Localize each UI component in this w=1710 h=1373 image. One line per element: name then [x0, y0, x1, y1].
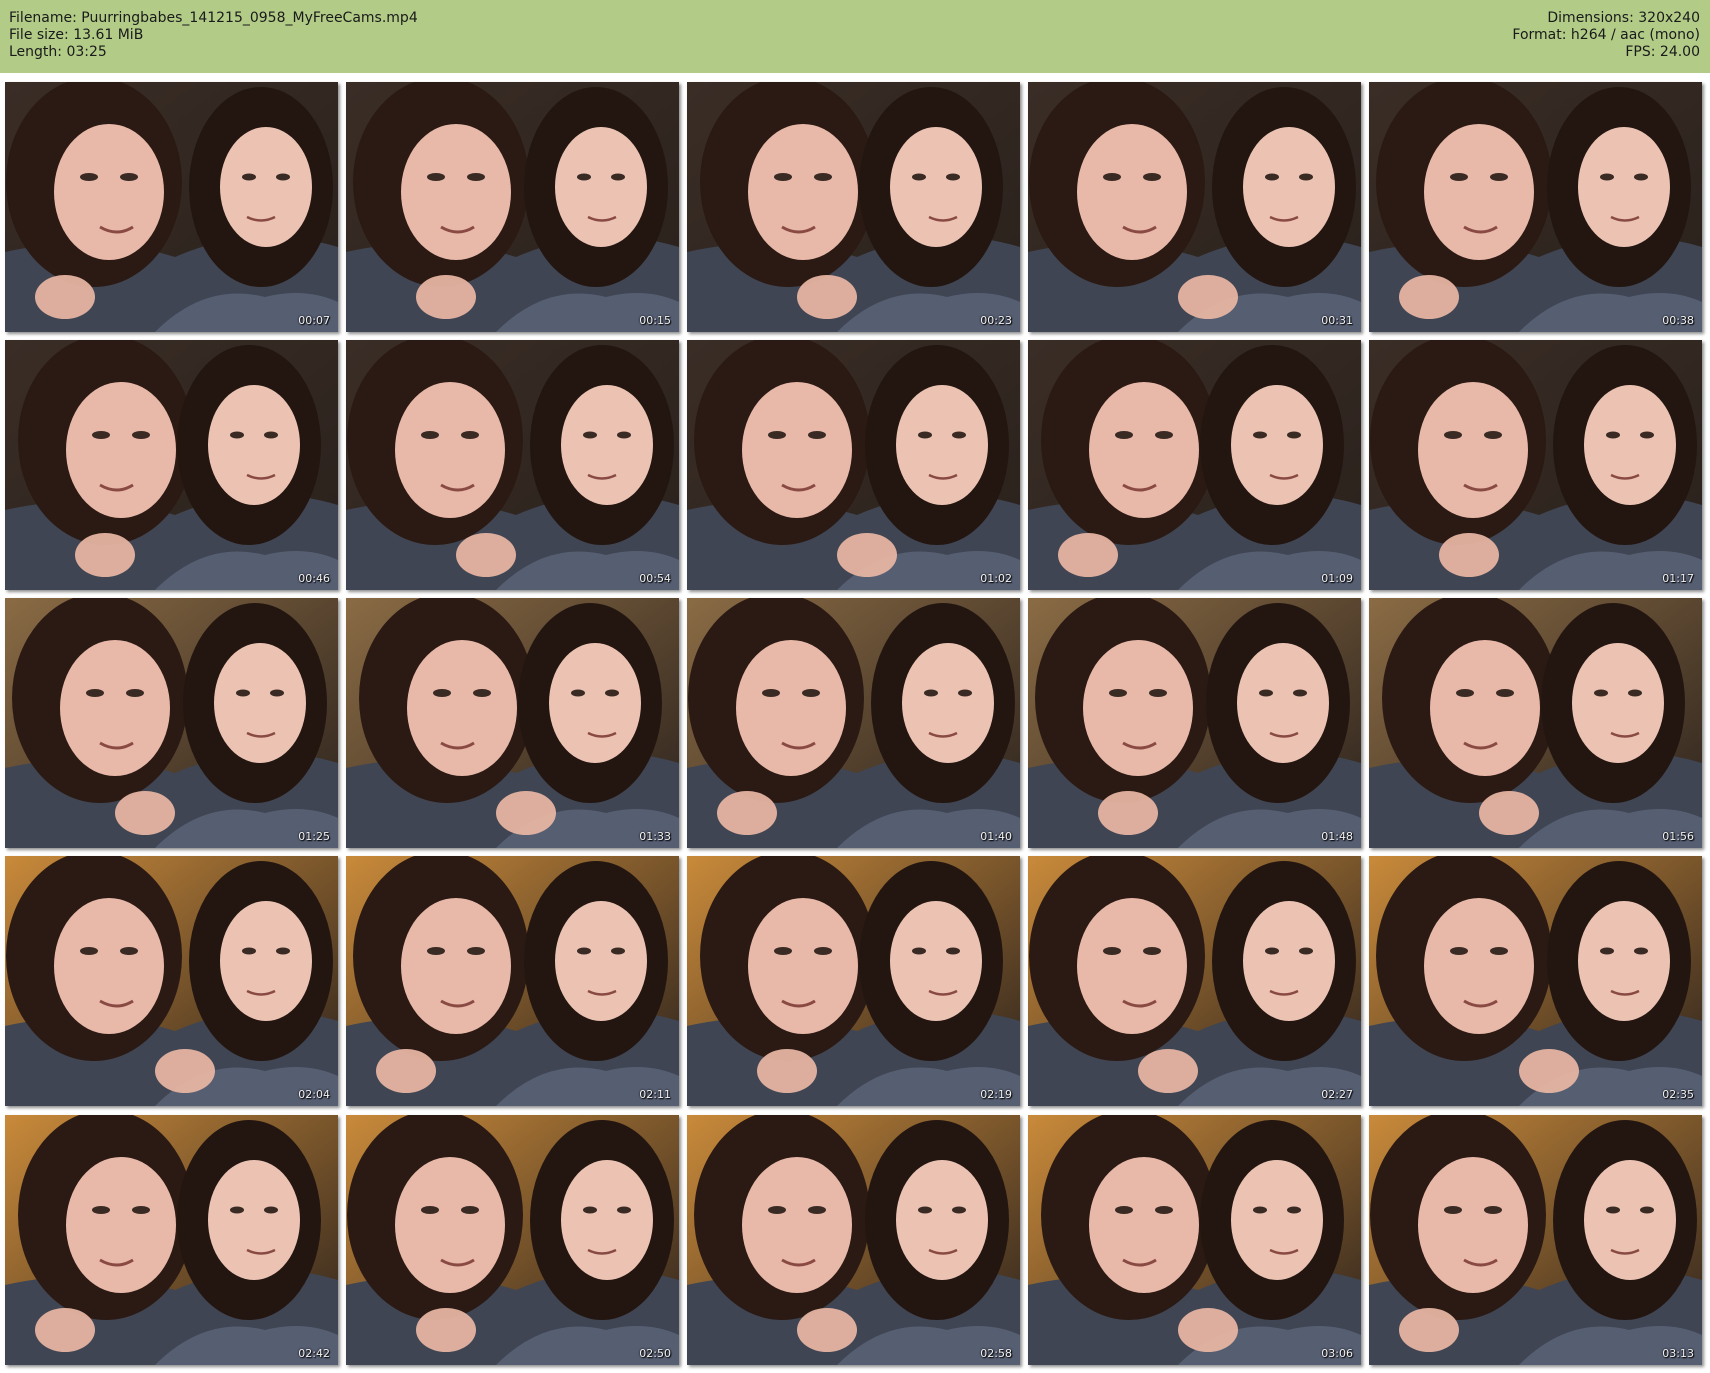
length-text: Length: 03:25: [9, 44, 107, 60]
timestamp-label: 02:35: [1662, 1088, 1694, 1101]
video-thumbnail[interactable]: 00:46: [5, 340, 338, 590]
video-thumbnail[interactable]: 01:25: [5, 598, 338, 848]
video-thumbnail[interactable]: 01:17: [1369, 340, 1702, 590]
video-thumbnail[interactable]: 02:27: [1028, 856, 1361, 1106]
timestamp-label: 02:58: [980, 1347, 1012, 1360]
thumbnail-frame-image: [1369, 598, 1702, 848]
timestamp-label: 02:11: [639, 1088, 671, 1101]
format-text: Format: h264 / aac (mono): [1512, 27, 1700, 43]
video-thumbnail[interactable]: 00:23: [687, 82, 1020, 332]
video-thumbnail[interactable]: 02:50: [346, 1115, 679, 1365]
video-thumbnail[interactable]: 01:56: [1369, 598, 1702, 848]
thumbnail-frame-image: [1028, 82, 1361, 332]
video-thumbnail[interactable]: 02:42: [5, 1115, 338, 1365]
thumbnail-frame-image: [687, 1115, 1020, 1365]
video-thumbnail[interactable]: 03:06: [1028, 1115, 1361, 1365]
thumbnail-frame-image: [346, 82, 679, 332]
video-thumbnail[interactable]: 00:38: [1369, 82, 1702, 332]
video-thumbnail[interactable]: 02:58: [687, 1115, 1020, 1365]
thumbnail-frame-image: [346, 1115, 679, 1365]
thumbnail-frame-image: [687, 340, 1020, 590]
filesize-text: File size: 13.61 MiB: [9, 27, 144, 43]
timestamp-label: 00:54: [639, 572, 671, 585]
video-thumbnail[interactable]: 01:09: [1028, 340, 1361, 590]
thumbnail-frame-image: [687, 82, 1020, 332]
thumbnail-frame-image: [1028, 598, 1361, 848]
timestamp-label: 01:56: [1662, 830, 1694, 843]
thumbnail-frame-image: [5, 598, 338, 848]
thumbnail-frame-image: [1369, 82, 1702, 332]
video-thumbnail[interactable]: 00:31: [1028, 82, 1361, 332]
video-thumbnail[interactable]: 00:54: [346, 340, 679, 590]
timestamp-label: 01:33: [639, 830, 671, 843]
video-thumbnail[interactable]: 02:35: [1369, 856, 1702, 1106]
timestamp-label: 00:23: [980, 314, 1012, 327]
timestamp-label: 00:38: [1662, 314, 1694, 327]
thumbnail-frame-image: [5, 856, 338, 1106]
timestamp-label: 00:46: [298, 572, 330, 585]
video-thumbnail[interactable]: 03:13: [1369, 1115, 1702, 1365]
timestamp-label: 02:19: [980, 1088, 1012, 1101]
dimensions-text: Dimensions: 320x240: [1547, 10, 1700, 26]
timestamp-label: 02:27: [1321, 1088, 1353, 1101]
video-thumbnail[interactable]: 02:04: [5, 856, 338, 1106]
timestamp-label: 00:07: [298, 314, 330, 327]
thumbnail-frame-image: [346, 856, 679, 1106]
video-thumbnail[interactable]: 01:02: [687, 340, 1020, 590]
timestamp-label: 03:13: [1662, 1347, 1694, 1360]
timestamp-label: 01:09: [1321, 572, 1353, 585]
thumbnail-frame-image: [5, 82, 338, 332]
video-thumbnail[interactable]: 00:15: [346, 82, 679, 332]
thumbnail-frame-image: [1028, 340, 1361, 590]
timestamp-label: 01:17: [1662, 572, 1694, 585]
thumbnail-frame-image: [1369, 1115, 1702, 1365]
timestamp-label: 00:31: [1321, 314, 1353, 327]
timestamp-label: 01:25: [298, 830, 330, 843]
timestamp-label: 01:48: [1321, 830, 1353, 843]
thumbnail-frame-image: [1028, 856, 1361, 1106]
timestamp-label: 01:02: [980, 572, 1012, 585]
video-thumbnail[interactable]: 02:19: [687, 856, 1020, 1106]
thumbnail-frame-image: [1028, 1115, 1361, 1365]
thumbnail-frame-image: [5, 340, 338, 590]
video-thumbnail[interactable]: 00:07: [5, 82, 338, 332]
timestamp-label: 00:15: [639, 314, 671, 327]
thumbnail-frame-image: [346, 598, 679, 848]
info-header: Filename: Puurringbabes_141215_0958_MyFr…: [0, 0, 1710, 73]
file-info: Filename: Puurringbabes_141215_0958_MyFr…: [9, 10, 418, 61]
timestamp-label: 02:50: [639, 1347, 671, 1360]
video-thumbnail[interactable]: 01:40: [687, 598, 1020, 848]
fps-text: FPS: 24.00: [1625, 44, 1700, 60]
video-thumbnail[interactable]: 02:11: [346, 856, 679, 1106]
timestamp-label: 02:04: [298, 1088, 330, 1101]
filename-text: Filename: Puurringbabes_141215_0958_MyFr…: [9, 10, 418, 26]
thumbnail-frame-image: [1369, 856, 1702, 1106]
timestamp-label: 01:40: [980, 830, 1012, 843]
media-info: Dimensions: 320x240 Format: h264 / aac (…: [1512, 10, 1700, 61]
video-thumbnail[interactable]: 01:48: [1028, 598, 1361, 848]
thumbnail-frame-image: [5, 1115, 338, 1365]
timestamp-label: 02:42: [298, 1347, 330, 1360]
timestamp-label: 03:06: [1321, 1347, 1353, 1360]
thumbnail-frame-image: [346, 340, 679, 590]
video-thumbnail[interactable]: 01:33: [346, 598, 679, 848]
thumbnail-frame-image: [687, 856, 1020, 1106]
thumbnail-frame-image: [687, 598, 1020, 848]
thumbnail-frame-image: [1369, 340, 1702, 590]
